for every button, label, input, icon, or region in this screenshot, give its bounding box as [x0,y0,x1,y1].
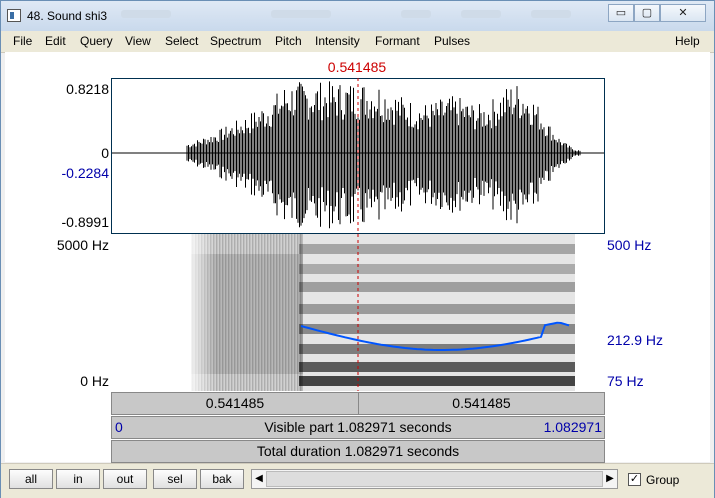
bottom-toolbar: all in out sel bak ◀ ▶ ✓ Group [1,463,714,498]
menu-bar: File Edit Query View Select Spectrum Pit… [1,31,714,53]
total-duration-label: Total duration 1.082971 seconds [256,443,460,459]
right-time-cell[interactable]: 0.541485 [359,393,604,414]
menu-query[interactable]: Query [80,34,113,48]
spectrogram-fade-edge [186,234,216,391]
zoom-back-button[interactable]: bak [200,469,244,489]
waveform-zero-label: 0 [101,145,109,161]
spectrogram-fmin-label: 0 Hz [80,373,109,389]
menu-pulses[interactable]: Pulses [434,34,470,48]
total-duration-row[interactable]: Total duration 1.082971 seconds [111,440,605,463]
menu-formant[interactable]: Formant [375,34,420,48]
group-label: Group [646,473,680,487]
horizontal-scrollbar[interactable]: ◀ ▶ [251,469,618,489]
spectrogram-plot [186,234,575,391]
minimize-button[interactable]: ▭ [608,4,634,22]
window-app-icon [7,9,21,22]
scroll-left-icon[interactable]: ◀ [252,470,266,488]
spectrogram-fmax-label: 5000 Hz [56,237,109,253]
pitch-current-label: 212.9 Hz [607,332,664,348]
background-window-ghost [531,10,571,18]
selection-time-row[interactable]: 0.541485 0.541485 [111,392,605,415]
menu-spectrum[interactable]: Spectrum [210,34,261,48]
menu-pitch[interactable]: Pitch [275,34,302,48]
group-checkbox[interactable]: ✓ [628,473,641,486]
spectrogram-panel[interactable] [111,234,605,391]
close-button[interactable]: ✕ [660,4,706,22]
menu-help[interactable]: Help [675,34,700,48]
menu-select[interactable]: Select [165,34,198,48]
waveform-ymax-label: 0.8218 [66,81,109,97]
background-window-ghost [271,10,331,18]
pitch-top-label: 500 Hz [607,237,652,253]
zoom-all-button[interactable]: all [9,469,53,489]
waveform-cursor-value-label: -0.2284 [61,165,109,181]
visible-part-row[interactable]: 0 Visible part 1.082971 seconds 1.082971 [111,416,605,439]
visible-end-label: 1.082971 [543,419,602,435]
menu-file[interactable]: File [13,34,32,48]
window-title: 48. Sound shi3 [27,9,108,23]
waveform-cursor-overlay [357,78,359,234]
menu-view[interactable]: View [125,34,151,48]
pitch-bottom-label: 75 Hz [607,373,644,389]
background-window-ghost [121,10,171,18]
cursor-time-label: 0.541485 [327,59,387,75]
scroll-right-icon[interactable]: ▶ [603,470,617,488]
menu-intensity[interactable]: Intensity [315,34,360,48]
title-bar[interactable]: 48. Sound shi3 ▭ ▢ ✕ [1,1,714,31]
background-window-ghost [461,10,501,18]
praat-sound-window: 48. Sound shi3 ▭ ▢ ✕ File Edit Query Vie… [0,0,715,498]
zoom-out-button[interactable]: out [103,469,147,489]
spectrogram-band [299,234,575,391]
maximize-button[interactable]: ▢ [634,4,660,22]
zoom-in-button[interactable]: in [56,469,100,489]
waveform-ymin-label: -0.8991 [61,214,109,230]
menu-edit[interactable]: Edit [45,34,66,48]
zoom-selection-button[interactable]: sel [153,469,197,489]
background-window-ghost [401,10,431,18]
scrollbar-thumb[interactable] [266,471,603,487]
left-time-cell[interactable]: 0.541485 [112,393,359,414]
